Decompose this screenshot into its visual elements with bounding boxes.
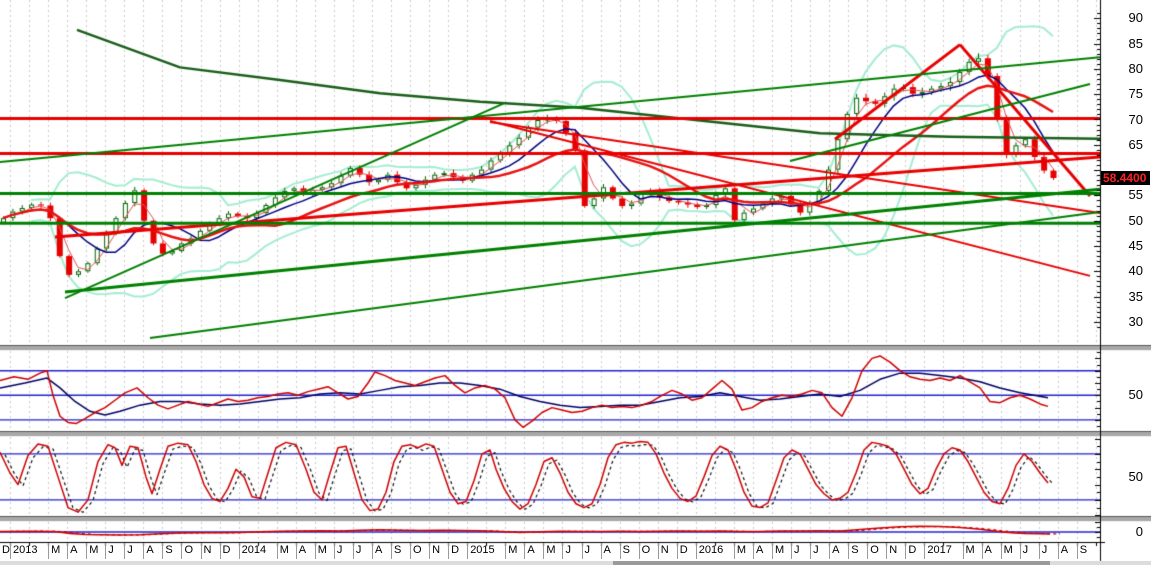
- time-axis-month-cell: M: [86, 543, 105, 559]
- price-axis-label: 35: [1128, 288, 1143, 304]
- price-axis-label: 55: [1128, 187, 1143, 203]
- price-axis-label: 85: [1128, 35, 1143, 51]
- price-axis-label: 40: [1128, 263, 1143, 279]
- macd-axis-label: 0: [1135, 524, 1143, 539]
- time-axis-month-cell: J: [333, 543, 353, 559]
- time-axis-month-cell: D: [219, 543, 239, 559]
- rsi-axis-label: 50: [1128, 387, 1143, 403]
- time-axis-month-cell: M: [772, 543, 791, 559]
- time-axis-month-cell: D: [905, 543, 924, 559]
- price-axis-label: 65: [1128, 136, 1143, 152]
- time-axis-month-cell: M: [48, 543, 67, 559]
- price-axis-label: 50: [1128, 212, 1143, 228]
- time-axis-month-cell: J: [1038, 543, 1058, 559]
- price-axis-label: 75: [1128, 86, 1143, 102]
- time-axis-month-cell: N: [200, 543, 220, 559]
- time-axis-month-cell: S: [391, 543, 410, 559]
- time-axis-year-cell: 2016: [695, 543, 734, 559]
- price-axis-label: 70: [1128, 111, 1143, 127]
- time-axis-month-cell: M: [314, 543, 334, 559]
- price-axis-label: 45: [1128, 238, 1143, 253]
- time-axis-month-cell: S: [848, 543, 867, 559]
- time-axis-month-cell: M: [733, 543, 753, 559]
- time-axis-month-cell: O: [867, 543, 886, 559]
- charting-application-window: 90 85 80 75 70 65 55 50 45 40 35 30 58.4400 50 50 0…: [0, 0, 1151, 565]
- time-axis-month-cell: A: [524, 543, 543, 559]
- time-axis-month-cell: D: [676, 543, 696, 559]
- time-axis-month-cell: N: [657, 543, 677, 559]
- time-axis-month-cell: J: [105, 543, 124, 559]
- time-axis-month-cell: J: [810, 543, 829, 559]
- time-axis-month-cell: D: [448, 543, 467, 559]
- scrollbar-thumb[interactable]: [613, 561, 1050, 565]
- time-axis-year-cell: 2015: [467, 543, 505, 559]
- time-axis-month-cell: J: [581, 543, 601, 559]
- time-axis-month-cell: M: [1000, 543, 1020, 559]
- time-axis-month-cell: S: [1076, 543, 1096, 559]
- time-axis-month-cell: J: [791, 543, 810, 559]
- time-axis-month-cell: A: [600, 543, 620, 559]
- time-axis-month-cell: N: [429, 543, 448, 559]
- price-axis-label: 80: [1128, 60, 1143, 76]
- time-axis-month-cell: M: [276, 543, 296, 559]
- time-axis-month-cell: J: [562, 543, 581, 559]
- time-axis-month-cell: O: [638, 543, 658, 559]
- last-price-tag: 58.4400: [1101, 170, 1150, 185]
- time-axis-year-cell: 2014: [238, 543, 277, 559]
- price-chart-canvas[interactable]: [0, 0, 1151, 565]
- time-axis-month-cell: A: [295, 543, 315, 559]
- time-axis-month-cell: M: [505, 543, 524, 559]
- time-axis-month-cell: O: [181, 543, 200, 559]
- time-axis-month-cell: A: [67, 543, 86, 559]
- time-axis-month-cell: S: [619, 543, 639, 559]
- time-axis-month-cell: J: [1019, 543, 1039, 559]
- horizontal-scrollbar[interactable]: [0, 561, 1151, 565]
- time-axis-month-cell: A: [752, 543, 772, 559]
- time-axis-month-cell: A: [981, 543, 1001, 559]
- time-axis-month-cell: S: [162, 543, 181, 559]
- time-axis-month-cell: D: [2, 544, 10, 556]
- time-axis-month-cell: A: [1057, 543, 1077, 559]
- time-axis-month-cell: M: [543, 543, 562, 559]
- stoch-axis-label: 50: [1128, 468, 1143, 484]
- time-axis-month-cell: N: [886, 543, 905, 559]
- time-axis-month-cell: O: [410, 543, 429, 559]
- time-axis-month-cell: J: [352, 543, 372, 559]
- time-axis[interactable]: D 2013 M A M J J A S O N D 2014 M A M J J A S O N D 2015 M A M J J A S…: [0, 543, 1105, 560]
- time-axis-month-cell: J: [124, 543, 143, 559]
- time-axis-month-cell: A: [829, 543, 848, 559]
- price-axis-label: 30: [1128, 313, 1143, 329]
- time-axis-month-cell: M: [962, 543, 982, 559]
- time-axis-month-cell: A: [143, 543, 162, 559]
- time-axis-month-cell: A: [371, 543, 391, 559]
- price-axis-label: 90: [1128, 10, 1143, 26]
- time-axis-year-cell: 2013: [10, 543, 48, 559]
- time-axis-year-cell: 2017: [924, 543, 962, 559]
- last-price-value: 58.4400: [1103, 170, 1147, 185]
